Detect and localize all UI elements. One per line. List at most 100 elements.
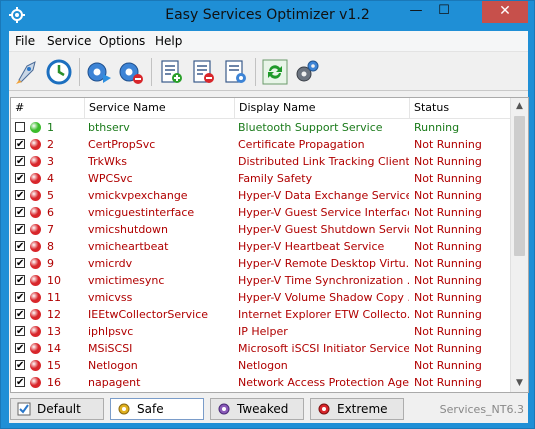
minimize-button[interactable]: — [402,1,430,23]
stopped-status-icon [30,377,41,388]
row-checkbox[interactable] [15,272,25,289]
row-checkbox[interactable] [15,170,25,187]
row-number: 11 [47,291,61,304]
preset-bar: Default Safe Tweaked Extreme Services_NT… [9,395,528,423]
row-display-name: Netlogon [238,359,288,372]
toolbar-separator [255,58,256,86]
row-checkbox[interactable] [15,306,25,323]
row-checkbox[interactable] [15,153,25,170]
table-row[interactable]: 12 IEEtwCollectorService Internet Explorer… [11,306,511,323]
stopped-status-icon [30,139,41,150]
play-service-icon[interactable] [85,58,113,86]
menu-file[interactable]: File [15,34,35,48]
row-number: 6 [47,206,54,219]
list-header: # Service Name Display Name Status [11,98,511,119]
row-checkbox[interactable] [15,289,25,306]
row-display-name: Distributed Link Tracking Client [238,155,409,168]
table-row[interactable]: 13 iphlpsvc IP Helper Not Running [11,323,511,340]
row-number: 15 [47,359,61,372]
maximize-button[interactable]: ☐ [430,1,458,23]
doc-remove-icon[interactable] [189,58,217,86]
refresh-icon[interactable] [261,58,289,86]
doc-settings-icon[interactable] [221,58,249,86]
preset-default-button[interactable]: Default [10,398,104,420]
scroll-down-arrow[interactable]: ▼ [511,375,528,392]
close-button[interactable]: ✕ [482,1,528,23]
preset-extreme-button[interactable]: Extreme [310,398,404,420]
menu-bar: File Service Options Help [9,31,528,52]
table-row[interactable]: 7 vmicshutdown Hyper-V Guest Shutdown Serv… [11,221,511,238]
preset-label: Default [37,402,81,416]
checkmark-icon [17,402,31,416]
row-number: 12 [47,308,61,321]
row-status: Not Running [414,325,482,338]
gears-icon[interactable] [293,58,321,86]
row-service-name: TrkWks [88,155,127,168]
row-service-name: vmictimesync [88,274,165,287]
services-list[interactable]: # Service Name Display Name Status 1 bths… [10,97,529,393]
vertical-scrollbar[interactable]: ▲ ▼ [510,98,528,392]
row-display-name: Family Safety [238,172,313,185]
row-status: Not Running [414,138,482,151]
toolbar-separator [79,58,80,86]
stopped-status-icon [30,326,41,337]
scroll-thumb[interactable] [514,116,525,256]
table-row[interactable]: 11 vmicvss Hyper-V Volume Shadow Copy ... N… [11,289,511,306]
row-checkbox[interactable] [15,136,25,153]
restore-icon[interactable] [45,58,73,86]
table-row[interactable]: 10 vmictimesync Hyper-V Time Synchronizati… [11,272,511,289]
column-header-status[interactable]: Status [410,98,511,118]
row-number: 4 [47,172,54,185]
row-checkbox[interactable] [15,357,25,374]
table-row[interactable]: 4 WPCSvc Family Safety Not Running [11,170,511,187]
row-display-name: Hyper-V Data Exchange Service [238,189,409,202]
stop-service-icon[interactable] [117,58,145,86]
table-row[interactable]: 14 MSiSCSI Microsoft iSCSI Initiator Servi… [11,340,511,357]
row-service-name: vmickvpexchange [88,189,188,202]
row-status: Not Running [414,155,482,168]
menu-help[interactable]: Help [155,34,182,48]
row-checkbox[interactable] [15,374,25,391]
table-row[interactable]: 5 vmickvpexchange Hyper-V Data Exchange Se… [11,187,511,204]
doc-add-icon[interactable] [157,58,185,86]
row-checkbox[interactable] [15,340,25,357]
rocket-icon[interactable] [13,58,41,86]
menu-service[interactable]: Service [47,34,91,48]
row-service-name: vmicheartbeat [88,240,169,253]
row-status: Not Running [414,342,482,355]
row-status: Not Running [414,189,482,202]
row-display-name: Certificate Propagation [238,138,365,151]
row-service-name: vmicshutdown [88,223,168,236]
table-row[interactable]: 9 vmicrdv Hyper-V Remote Desktop Virtu... N… [11,255,511,272]
row-checkbox[interactable] [15,187,25,204]
column-header-service[interactable]: Service Name [85,98,235,118]
stopped-status-icon [30,173,41,184]
table-row[interactable]: 6 vmicguestinterface Hyper-V Guest Service… [11,204,511,221]
column-header-display[interactable]: Display Name [235,98,410,118]
table-row[interactable]: 3 TrkWks Distributed Link Tracking Client N… [11,153,511,170]
row-checkbox[interactable] [15,221,25,238]
row-status: Running [414,121,460,134]
preset-tweaked-button[interactable]: Tweaked [210,398,304,420]
table-row[interactable]: 2 CertPropSvc Certificate Propagation Not R… [11,136,511,153]
row-display-name: Hyper-V Remote Desktop Virtu... [238,257,409,270]
preset-label: Extreme [337,402,388,416]
column-header-num[interactable]: # [11,98,85,118]
row-checkbox[interactable] [15,323,25,340]
row-checkbox[interactable] [15,238,25,255]
row-service-name: vmicvss [88,291,133,304]
row-service-name: WPCSvc [88,172,133,185]
table-row[interactable]: 15 Netlogon Netlogon Not Running [11,357,511,374]
row-display-name: Hyper-V Guest Shutdown Service [238,223,409,236]
preset-safe-button[interactable]: Safe [110,398,204,420]
row-display-name: Bluetooth Support Service [238,121,383,134]
scroll-up-arrow[interactable]: ▲ [511,98,528,115]
row-checkbox[interactable] [15,122,25,132]
menu-options[interactable]: Options [99,34,145,48]
row-checkbox[interactable] [15,204,25,221]
table-row[interactable]: 1 bthserv Bluetooth Support Service Running [11,119,511,136]
table-row[interactable]: 8 vmicheartbeat Hyper-V Heartbeat Service N… [11,238,511,255]
row-number: 8 [47,240,54,253]
table-row[interactable]: 16 napagent Network Access Protection Agen… [11,374,511,391]
row-checkbox[interactable] [15,255,25,272]
